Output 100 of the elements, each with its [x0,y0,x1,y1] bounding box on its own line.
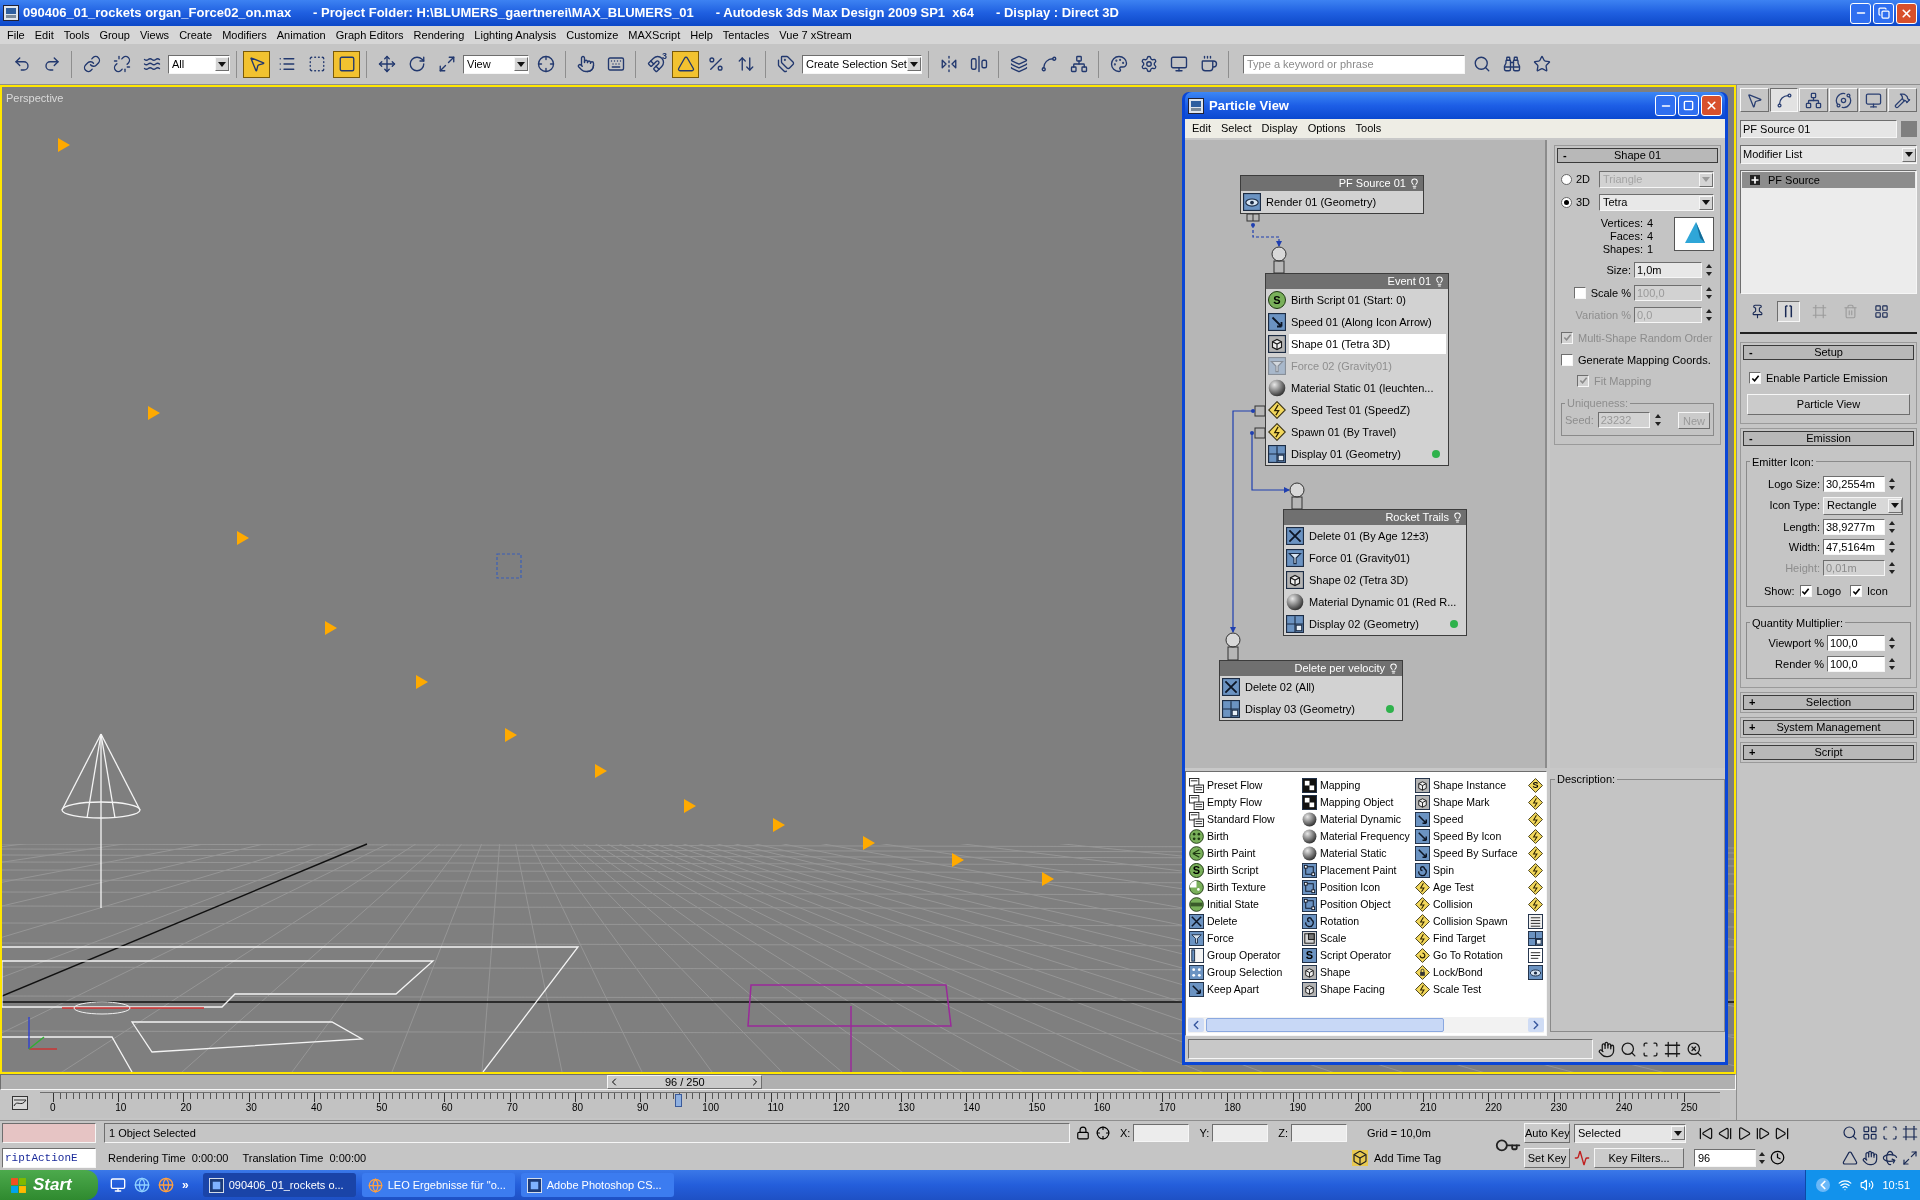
depot-item[interactable]: Birth [1189,828,1229,845]
orbit-icon[interactable] [1882,1149,1898,1166]
grid-icon[interactable] [1862,1125,1878,1142]
depot-item[interactable]: Mapping Object [1302,794,1394,811]
triangle-button[interactable] [672,50,699,78]
rollout-header[interactable]: - Shape 01 [1557,148,1718,163]
skip-back-icon[interactable] [1698,1125,1714,1141]
task-button[interactable]: 090406_01_rockets o... [202,1173,356,1197]
depot-item[interactable]: Initial State [1189,896,1259,913]
magnifier-icon[interactable] [1842,1125,1858,1142]
depot-item[interactable]: Shape Instance [1415,777,1506,794]
frame-icon[interactable] [1902,1125,1918,1142]
value-field[interactable]: 47,5164m [1823,539,1885,556]
time-slider-track[interactable]: 96 / 250 [0,1074,1736,1090]
network-icon[interactable] [1838,1178,1853,1192]
chevron-icon[interactable] [1816,1178,1831,1192]
value-field[interactable]: 30,2554m [1823,476,1885,493]
globe-icon[interactable] [158,1177,174,1193]
checkbox-icon[interactable] [1799,585,1812,598]
depot-item[interactable]: Group Selection [1189,964,1283,981]
event-node[interactable]: Delete per velocity Delete 02 (All) Display 03 (Geometry) [1219,660,1403,721]
close-button[interactable] [1896,2,1917,24]
rollout-header[interactable]: + Script [1743,745,1914,760]
horizontal-scrollbar[interactable] [1188,1017,1544,1033]
menu-item[interactable]: Tools [58,29,95,41]
task-button[interactable]: Adobe Photoshop CS... [520,1173,674,1197]
listener-output[interactable]: riptActionE [2,1147,96,1168]
diamond-icon[interactable] [1528,863,1543,878]
value-field[interactable]: 1,0m [1634,262,1702,279]
rollout-header[interactable]: - Setup [1743,345,1914,360]
spinner-arrows-icon[interactable] [1888,540,1896,555]
set-key-button[interactable]: Set Key [1524,1147,1570,1168]
magnifier-cross-icon[interactable] [1686,1040,1703,1058]
operator-row[interactable]: Delete 02 (All) [1243,677,1400,697]
scroll-right-icon[interactable] [1528,1018,1544,1032]
event-node[interactable] [1265,273,1449,466]
step-forward-icon[interactable] [1755,1125,1771,1141]
depot-item[interactable]: Birth Texture [1189,879,1266,896]
depot-item[interactable]: Speed By Icon [1415,828,1502,845]
key-filters-button[interactable]: Key Filters... [1594,1147,1684,1168]
menu-item[interactable]: Help [685,29,718,41]
crosshair-icon[interactable] [1096,1126,1110,1141]
checkbox-option[interactable]: Enable Particle Emission [1749,370,1910,387]
node-header[interactable]: PF Source 01 [1241,176,1423,191]
depot-item[interactable]: Material Static [1302,845,1387,862]
toolbar-dropdown[interactable]: All [168,54,230,74]
frame-icon[interactable] [1664,1040,1681,1058]
maximize-button[interactable] [1678,95,1699,116]
checkbox-icon[interactable] [1749,372,1761,385]
wire[interactable] [1251,223,1282,247]
depot-item[interactable]: Position Object [1302,896,1391,913]
current-frame-marker[interactable] [675,1094,683,1107]
menu-item[interactable]: Tentacles [717,29,775,41]
play-icon[interactable] [1736,1125,1752,1141]
start-button[interactable]: Start [0,1170,98,1200]
diamond-icon[interactable] [1528,880,1543,895]
depot-item[interactable]: Collision Spawn [1415,913,1508,930]
lock-icon[interactable] [1076,1126,1090,1141]
output-port[interactable] [1254,405,1266,417]
depot-item[interactable]: Scale [1302,930,1347,947]
depot-item[interactable]: Speed By Surface [1415,845,1518,862]
search-field[interactable]: Type a keyword or phrase [1243,54,1465,74]
menu-item[interactable]: Graph Editors [330,29,409,41]
operator-row[interactable]: Display 01 (Geometry) [1289,444,1446,464]
menu-item[interactable]: MAXScript [623,29,686,41]
operator-row[interactable]: Shape 02 (Tetra 3D) [1307,570,1464,590]
depot-item[interactable]: Collision [1415,896,1473,913]
diamond-icon[interactable] [1528,897,1543,912]
globe-icon[interactable] [134,1177,150,1193]
checkbox-option[interactable]: Logo [1799,583,1842,600]
zigzag-icon[interactable] [1574,1149,1590,1166]
depot-item[interactable]: Speed [1415,811,1464,828]
value-field[interactable]: 100,0 [1827,655,1885,672]
close-button[interactable] [1701,95,1722,116]
operator-row[interactable]: Speed Test 01 (SpeedZ) [1289,400,1446,420]
spinner-arrows-icon[interactable] [1653,413,1662,427]
depot-item[interactable]: Lock/Bond [1415,964,1483,981]
operator-row[interactable]: Display 03 (Geometry) [1243,699,1400,719]
coordinate-field[interactable] [1212,1124,1269,1143]
depot-item[interactable]: Shape [1302,964,1351,981]
scroll-left-icon[interactable] [1188,1018,1204,1032]
node-header[interactable]: Event 01 [1266,274,1448,289]
spinner-arrows-icon[interactable] [1758,1150,1766,1165]
depot-item[interactable]: Force [1189,930,1234,947]
spinner-arrows-icon[interactable] [1705,285,1713,300]
rollout-header[interactable]: + System Management [1743,720,1914,735]
rollout-header[interactable]: + Selection [1743,695,1914,710]
menu-item[interactable]: Vue 7 xStream [774,29,857,41]
hand-icon[interactable] [1862,1149,1878,1166]
event-node[interactable]: Rocket Trails Delete 01 (By Age 12±3) Force 01 (Gravity01) Shape 02 (Tetra 3D) Material Dynamic 01 (Red R... Display 02 (Geometry) [1283,509,1467,636]
speaker-icon[interactable] [1860,1178,1875,1192]
minimize-button[interactable] [1655,95,1676,116]
grid-tile-icon[interactable] [1528,931,1543,946]
panel-tab[interactable] [1769,88,1799,112]
menu-item[interactable]: Edit [1187,123,1216,134]
value-field[interactable]: 38,9277m [1823,518,1885,535]
input-socket[interactable] [1271,246,1287,274]
magnet-button[interactable]: 3 [642,50,669,78]
listener-input[interactable] [2,1123,96,1144]
menu-item[interactable]: Modifiers [217,29,272,41]
